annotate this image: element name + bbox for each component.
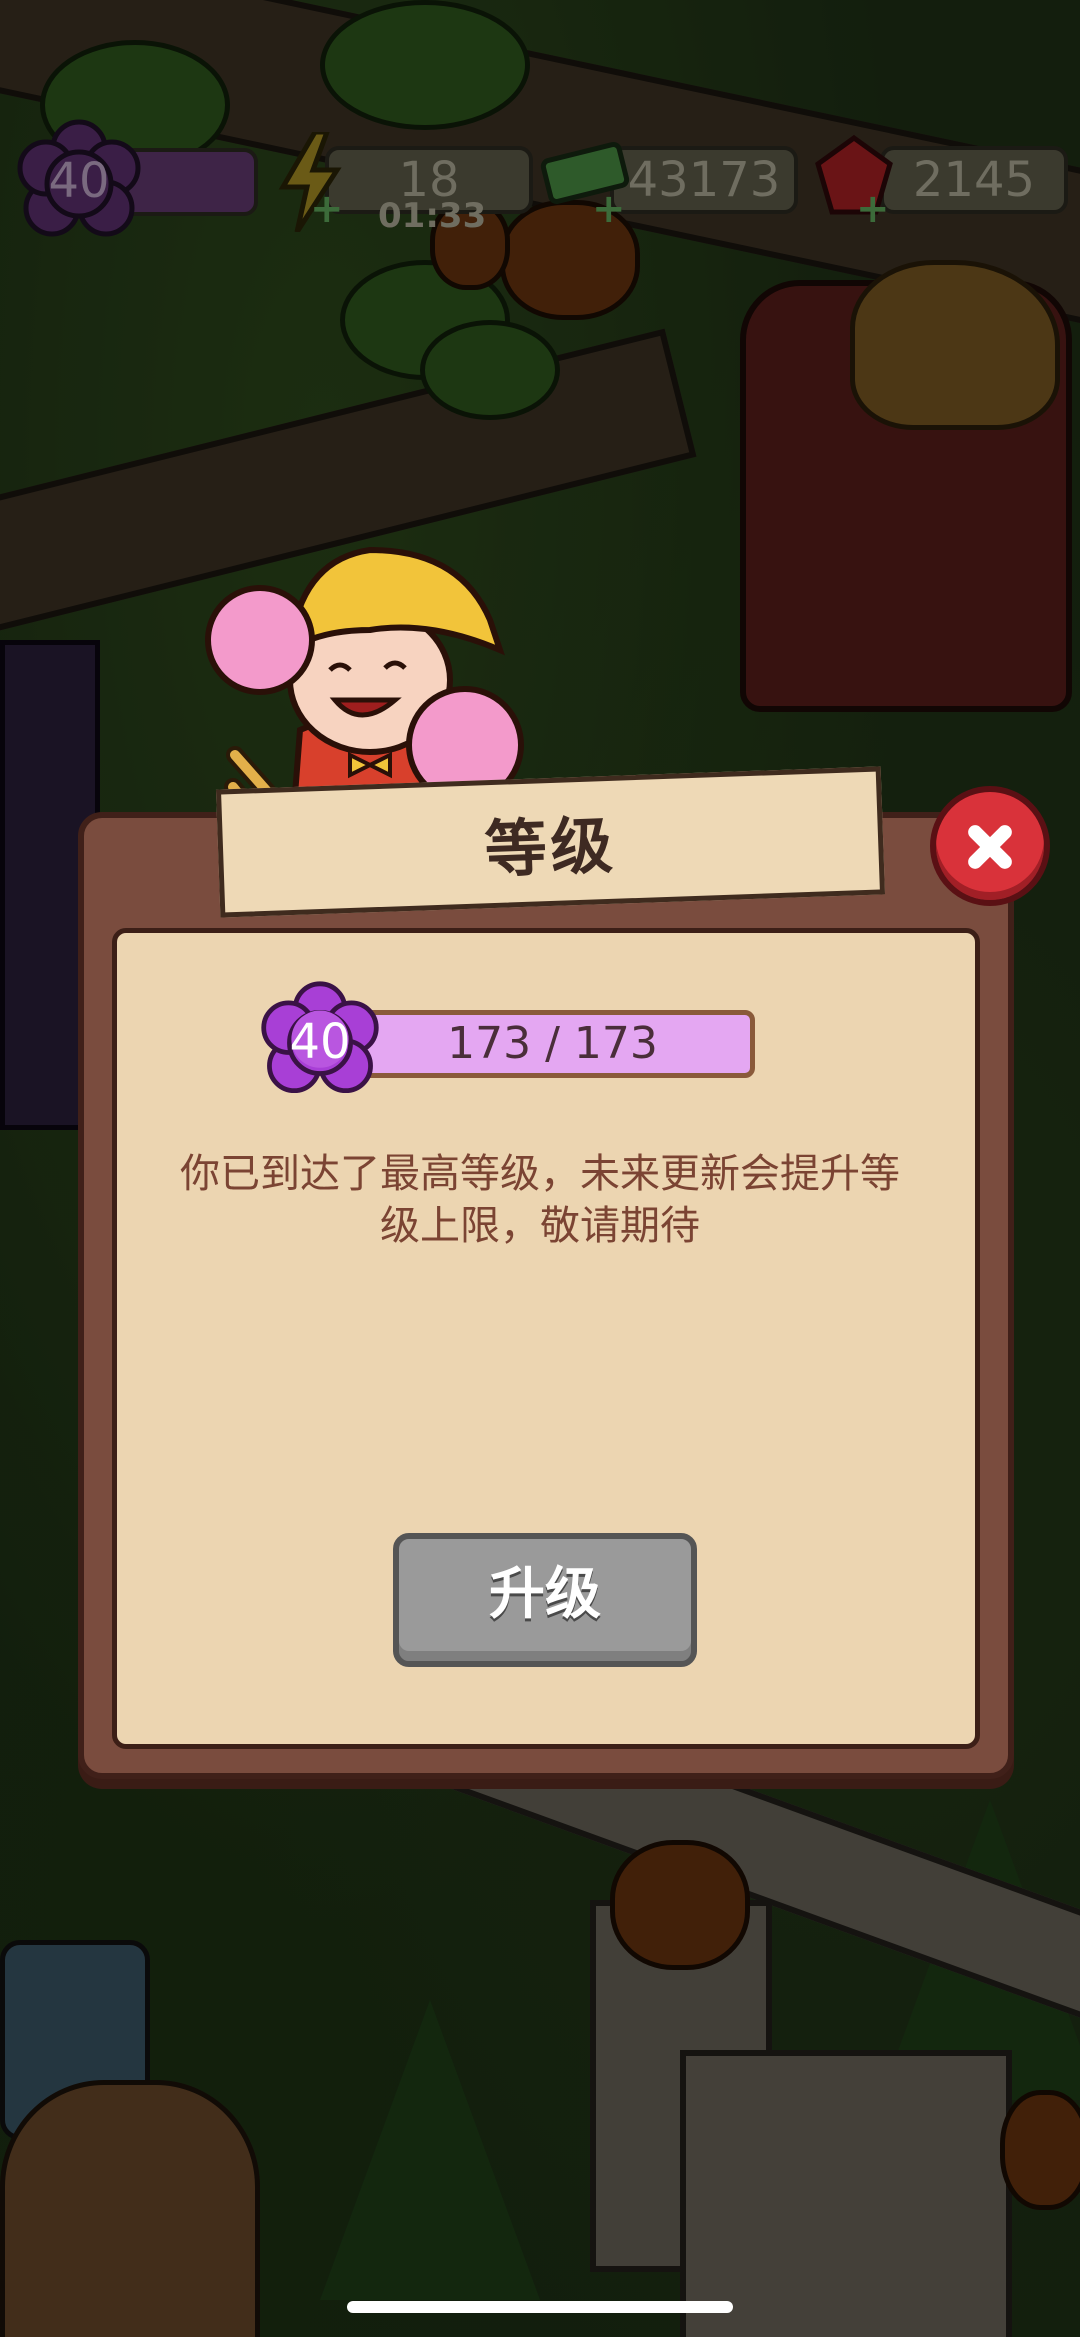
coins-plus-icon[interactable]: + [592, 186, 626, 232]
hud-coins-bar: 43173 [610, 146, 798, 214]
energy-plus-icon[interactable]: + [310, 186, 344, 232]
home-indicator[interactable] [347, 2301, 733, 2313]
close-button[interactable] [930, 786, 1050, 906]
max-level-message-line2: 级上限，敬请期待 [380, 1203, 700, 1249]
dialog-level-value: 40 [289, 1014, 351, 1070]
energy-timer: 01:33 [378, 196, 487, 236]
max-level-message-line1: 你已到达了最高等级，未来更新会提升等 [180, 1151, 900, 1197]
dialog-title-banner: 等级 [215, 766, 886, 918]
xp-progress-text: 173 / 173 [447, 1018, 658, 1069]
gems-plus-icon[interactable]: + [856, 186, 890, 232]
hud-gems-bar: 2145 [880, 146, 1068, 214]
max-level-message: 你已到达了最高等级，未来更新会提升等 级上限，敬请期待 [140, 1148, 940, 1252]
dialog-level-badge: 40 [258, 980, 382, 1104]
dialog-title: 等级 [483, 808, 618, 887]
upgrade-button[interactable]: 升级 [393, 1533, 697, 1667]
xp-progress-bar: 173 / 173 [350, 1010, 755, 1078]
hud-level-value: 40 [48, 153, 110, 209]
